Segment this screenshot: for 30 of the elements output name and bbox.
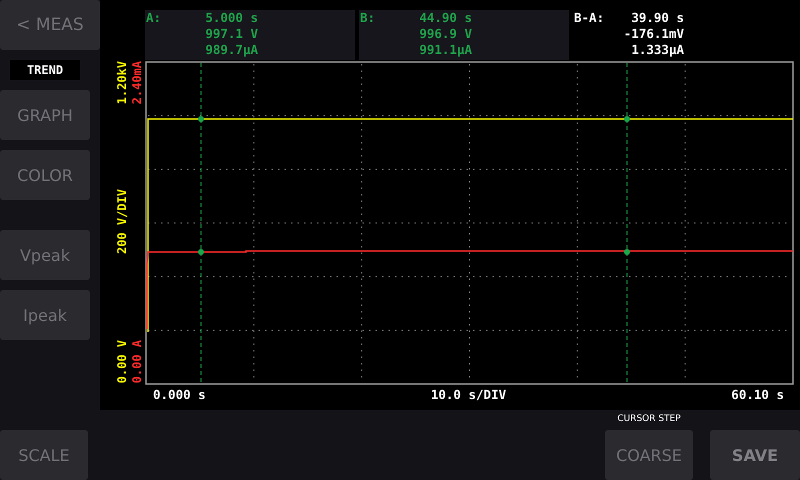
readout-value: 997.1 V [205,26,258,42]
scale-button[interactable]: SCALE [0,430,88,480]
axis-label: 2.40mA [130,61,144,104]
axis-label: 60.10 s [731,387,784,402]
readout-value: 44.90 s [419,10,472,26]
axis-label: 0.00 A [130,340,144,383]
readout-value: 5.000 s [205,10,258,26]
save-button[interactable]: SAVE [710,430,800,480]
axis-label: 1.20kV [115,61,129,104]
readout-label: B: [359,10,376,27]
readout-label: B-A: [573,10,606,27]
cursor-step-caption: CURSOR STEP [617,414,681,424]
readout-value: 996.9 V [419,26,472,42]
meas-button[interactable]: < MEAS [0,0,100,50]
menu-button[interactable]: Vpeak [0,230,90,280]
menu-button[interactable]: GRAPH [0,90,90,140]
axis-label: 200 V/DIV [115,189,129,255]
axis-label: 0.00 V [115,340,129,383]
menu-button[interactable]: Ipeak [0,290,90,340]
axis-label: 0.000 s [153,387,206,402]
readout-value: 991.1µA [419,42,472,58]
readout-value: 1.333µA [631,42,684,58]
cursor-step-button[interactable]: COARSE [605,430,693,480]
axis-label: 10.0 s/DIV [430,387,506,402]
readout-value: 989.7µA [205,42,258,58]
readout-value: 39.90 s [631,10,684,26]
readout-value: -176.1mV [624,26,684,42]
menu-button[interactable]: COLOR [0,150,90,200]
mode-label: TREND [10,60,80,80]
readout-label: A: [145,10,162,27]
